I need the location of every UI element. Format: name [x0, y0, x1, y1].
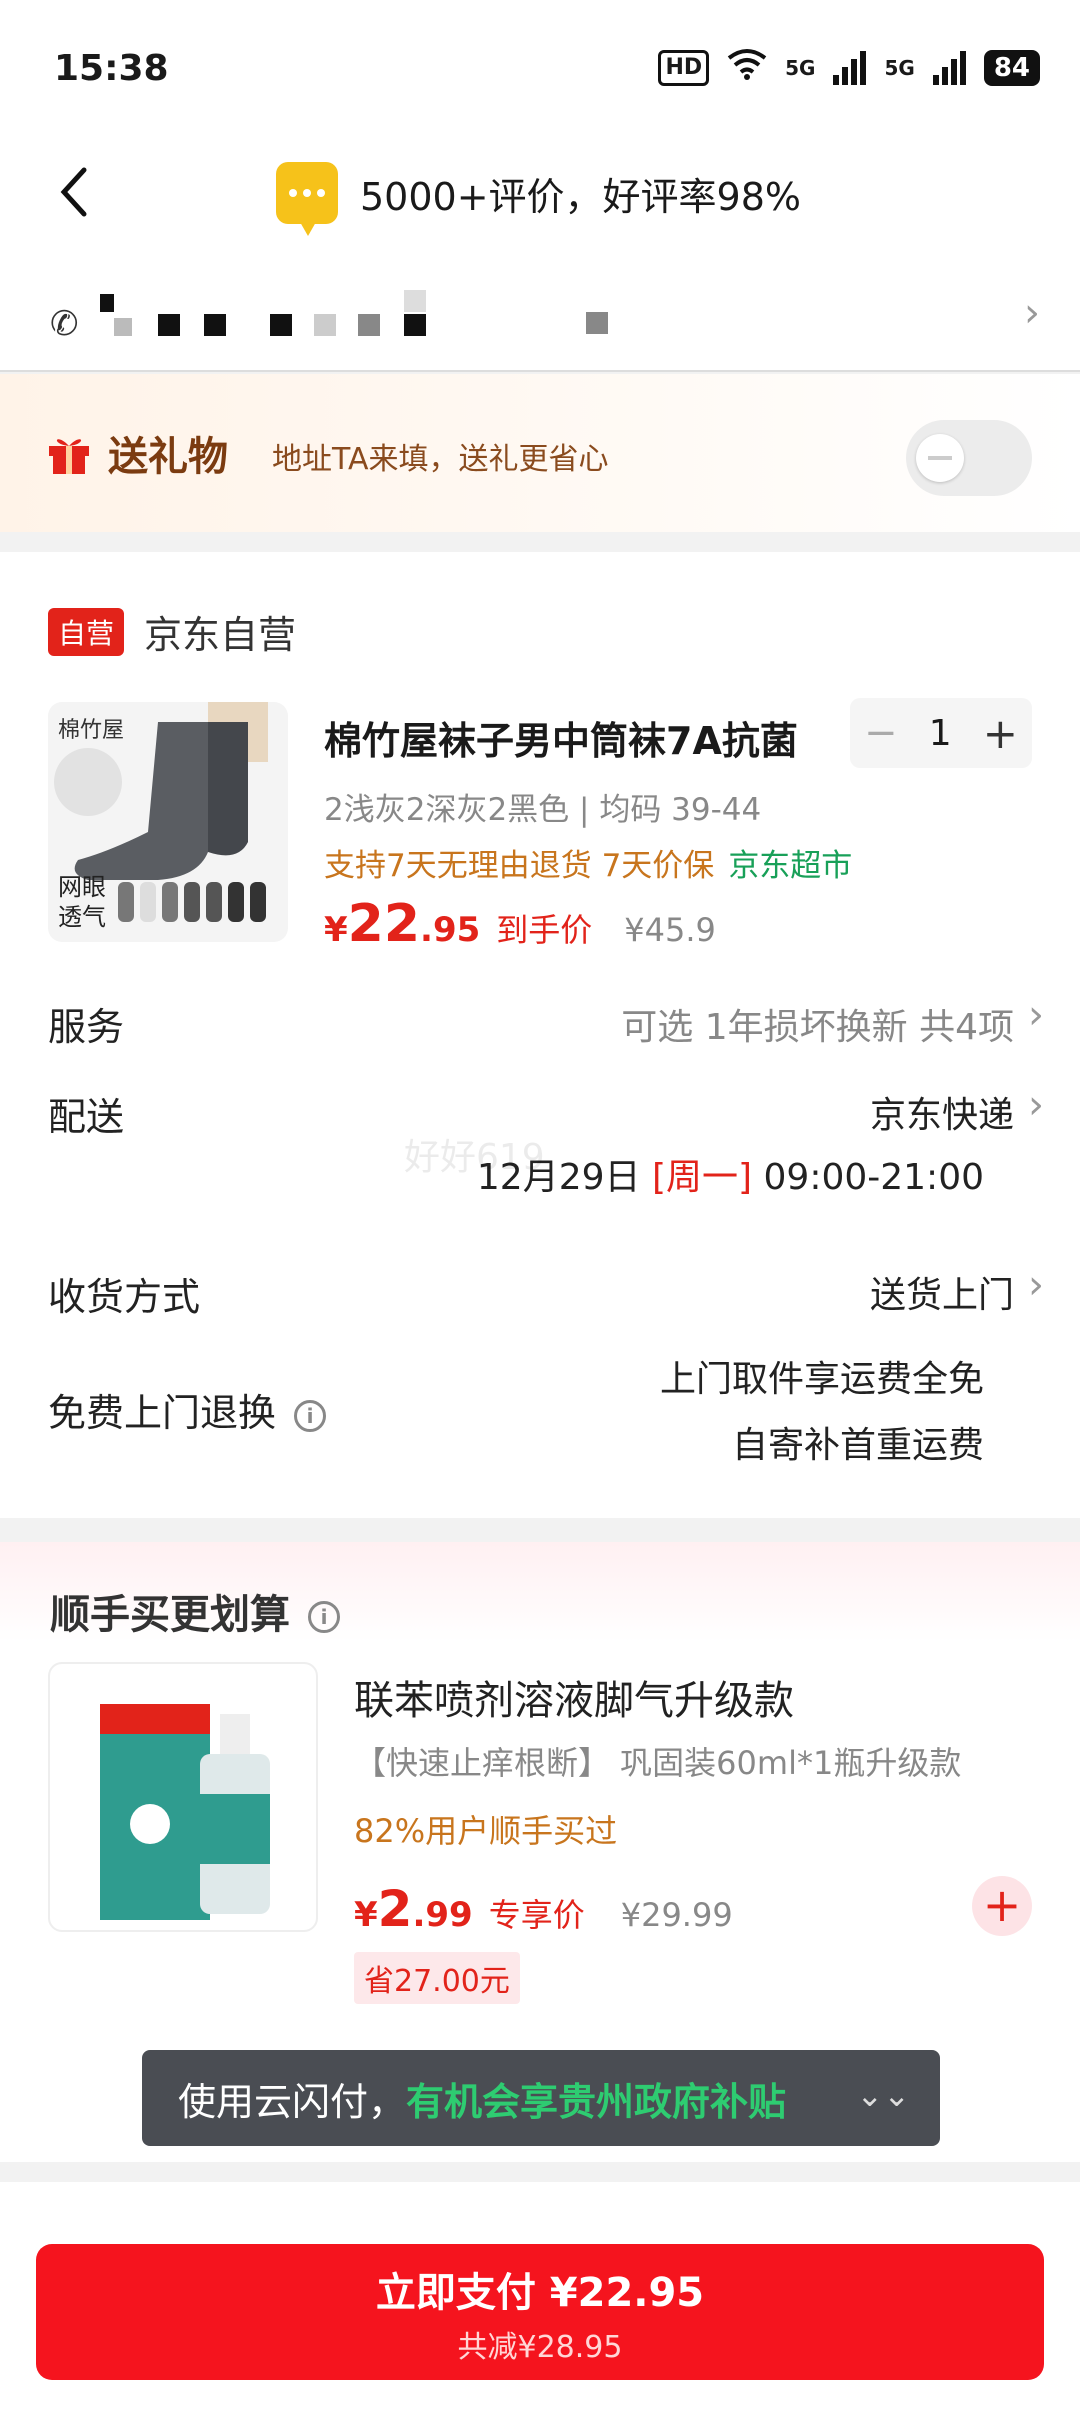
gift-toggle[interactable]	[906, 420, 1032, 496]
info-icon[interactable]: i	[294, 1399, 327, 1432]
price-tag: 到手价	[496, 911, 593, 949]
price-currency: ¥	[354, 1895, 378, 1935]
upsell-title: 顺手买更划算 i	[50, 1582, 340, 1640]
gift-title: 送礼物	[108, 434, 228, 480]
gift-banner: 送礼物 地址TA来填，送礼更省心	[0, 374, 1080, 532]
chat-bubble-icon	[276, 162, 338, 236]
original-price: ¥29.99	[620, 1896, 733, 1934]
upsell-bought-rate: 82%用户顺手买过	[354, 1812, 618, 1850]
free-return-line1: 上门取件享运费全免	[659, 1359, 984, 1400]
status-icons: HD 5G 5G 84	[658, 48, 1040, 87]
supermarket-tag: 京东超市	[728, 848, 853, 884]
add-upsell-button[interactable]: +	[972, 1876, 1032, 1936]
free-return-label: 免费上门退换 i	[48, 1382, 327, 1437]
free-return-line2: 自寄补首重运费	[731, 1425, 984, 1466]
chevron-double-down-icon[interactable]: ⌄⌄	[856, 2076, 910, 2114]
location-icon: ✆	[50, 304, 79, 344]
price-tag: 专享价	[488, 1896, 585, 1934]
price-integer: 2	[377, 1880, 413, 1938]
chevron-right-icon: ›	[1028, 992, 1044, 1038]
product-price: ¥ 22 .95 到手价 ¥45.9	[324, 894, 716, 954]
status-bar: 15:38 HD 5G 5G 84	[0, 0, 1080, 140]
chevron-right-icon: ›	[1028, 1082, 1044, 1128]
service-text: 支持7天无理由退货 7天价保	[324, 848, 715, 884]
quantity-value[interactable]: 1	[929, 713, 952, 754]
delivery-day: [周一]	[651, 1157, 753, 1198]
upsell-product-image[interactable]	[48, 1662, 318, 1932]
price-integer: 22	[347, 894, 421, 954]
delivery-value[interactable]: 京东快递	[870, 1086, 1014, 1138]
order-card: 自营 京东自营 棉竹屋 网眼 透气 棉竹屋袜子男中筒袜7A抗菌 − 1 + 2浅灰…	[0, 552, 1080, 1518]
original-price: ¥45.9	[624, 911, 716, 949]
hd-icon: HD	[658, 49, 710, 86]
service-value[interactable]: 可选 1年损坏换新 共4项	[621, 998, 1014, 1050]
gift-description: 地址TA来填，送礼更省心	[272, 442, 609, 477]
info-icon[interactable]: i	[308, 1601, 340, 1633]
network-5g-label: 5G	[785, 55, 816, 80]
pay-now-button[interactable]: 立即支付 ¥22.95 共减¥28.95	[36, 2244, 1044, 2380]
product-spec[interactable]: 2浅灰2深灰2黑色 | 均码 39-44	[324, 784, 761, 829]
unionpay-highlight: 有机会享贵州政府补贴	[406, 2079, 787, 2124]
delivery-label: 配送	[48, 1095, 125, 1139]
chevron-left-icon	[60, 167, 87, 217]
chevron-right-icon: ›	[1024, 290, 1040, 336]
masked-address	[100, 290, 660, 350]
price-decimal: .95	[420, 910, 481, 950]
service-label: 服务	[48, 1005, 125, 1049]
upsell-name[interactable]: 联苯喷剂溶液脚气升级款	[354, 1668, 794, 1726]
product-image[interactable]: 棉竹屋 网眼 透气	[48, 702, 288, 942]
wifi-icon	[727, 48, 767, 87]
footer-bar: 立即支付 ¥22.95 共减¥28.95	[0, 2182, 1080, 2412]
spray-illustration	[100, 1684, 270, 1920]
price-decimal: .99	[412, 1895, 473, 1935]
increase-button[interactable]: +	[983, 709, 1018, 758]
upsell-price: ¥ 2 .99 专享价 ¥29.99	[354, 1880, 733, 1938]
network-5g-label-2: 5G	[884, 55, 915, 80]
rating-text: 5000+评价，好评率98%	[360, 174, 802, 219]
upsell-savings-badge: 省27.00元	[354, 1952, 520, 2004]
address-row[interactable]: ✆ ›	[0, 260, 1080, 372]
receive-method-value[interactable]: 送货上门	[870, 1266, 1014, 1318]
decrease-button[interactable]: −	[864, 710, 898, 756]
receive-method-label: 收货方式	[48, 1275, 201, 1319]
gift-icon	[49, 439, 89, 474]
status-time: 15:38	[54, 48, 169, 89]
chevron-right-icon: ›	[1028, 1262, 1044, 1308]
shop-name[interactable]: 京东自营	[144, 604, 296, 659]
quantity-stepper: − 1 +	[850, 698, 1032, 768]
image-label: 网眼 透气	[58, 873, 106, 931]
price-currency: ¥	[324, 910, 348, 950]
upsell-description: 【快速止痒根断】 巩固装60ml*1瓶升级款	[354, 1744, 962, 1782]
pay-now-label: 立即支付 ¥22.95	[375, 2270, 705, 2316]
signal-icon	[833, 50, 867, 85]
unionpay-banner[interactable]: 使用云闪付， 有机会享贵州政府补贴 ⌄⌄	[142, 2050, 940, 2146]
back-button[interactable]	[52, 162, 112, 232]
battery-icon: 84	[983, 49, 1040, 86]
delivery-hours: 09:00-21:00	[763, 1157, 984, 1198]
page-header: 5000+评价，好评率98%	[0, 140, 1080, 260]
total-discount: 共减¥28.95	[457, 2330, 623, 2365]
product-title[interactable]: 棉竹屋袜子男中筒袜7A抗菌	[324, 710, 824, 765]
product-service-tags: 支持7天无理由退货 7天价保 京东超市	[324, 840, 852, 885]
rating-summary[interactable]: 5000+评价，好评率98%	[276, 162, 802, 236]
signal-icon-2	[932, 50, 966, 85]
self-operated-badge: 自营	[48, 608, 125, 656]
watermark: 好好619	[404, 1137, 545, 1178]
unionpay-prefix: 使用云闪付，	[178, 2079, 407, 2124]
delivery-time[interactable]: 12月29日 [周一] 09:00-21:00	[477, 1148, 984, 1200]
